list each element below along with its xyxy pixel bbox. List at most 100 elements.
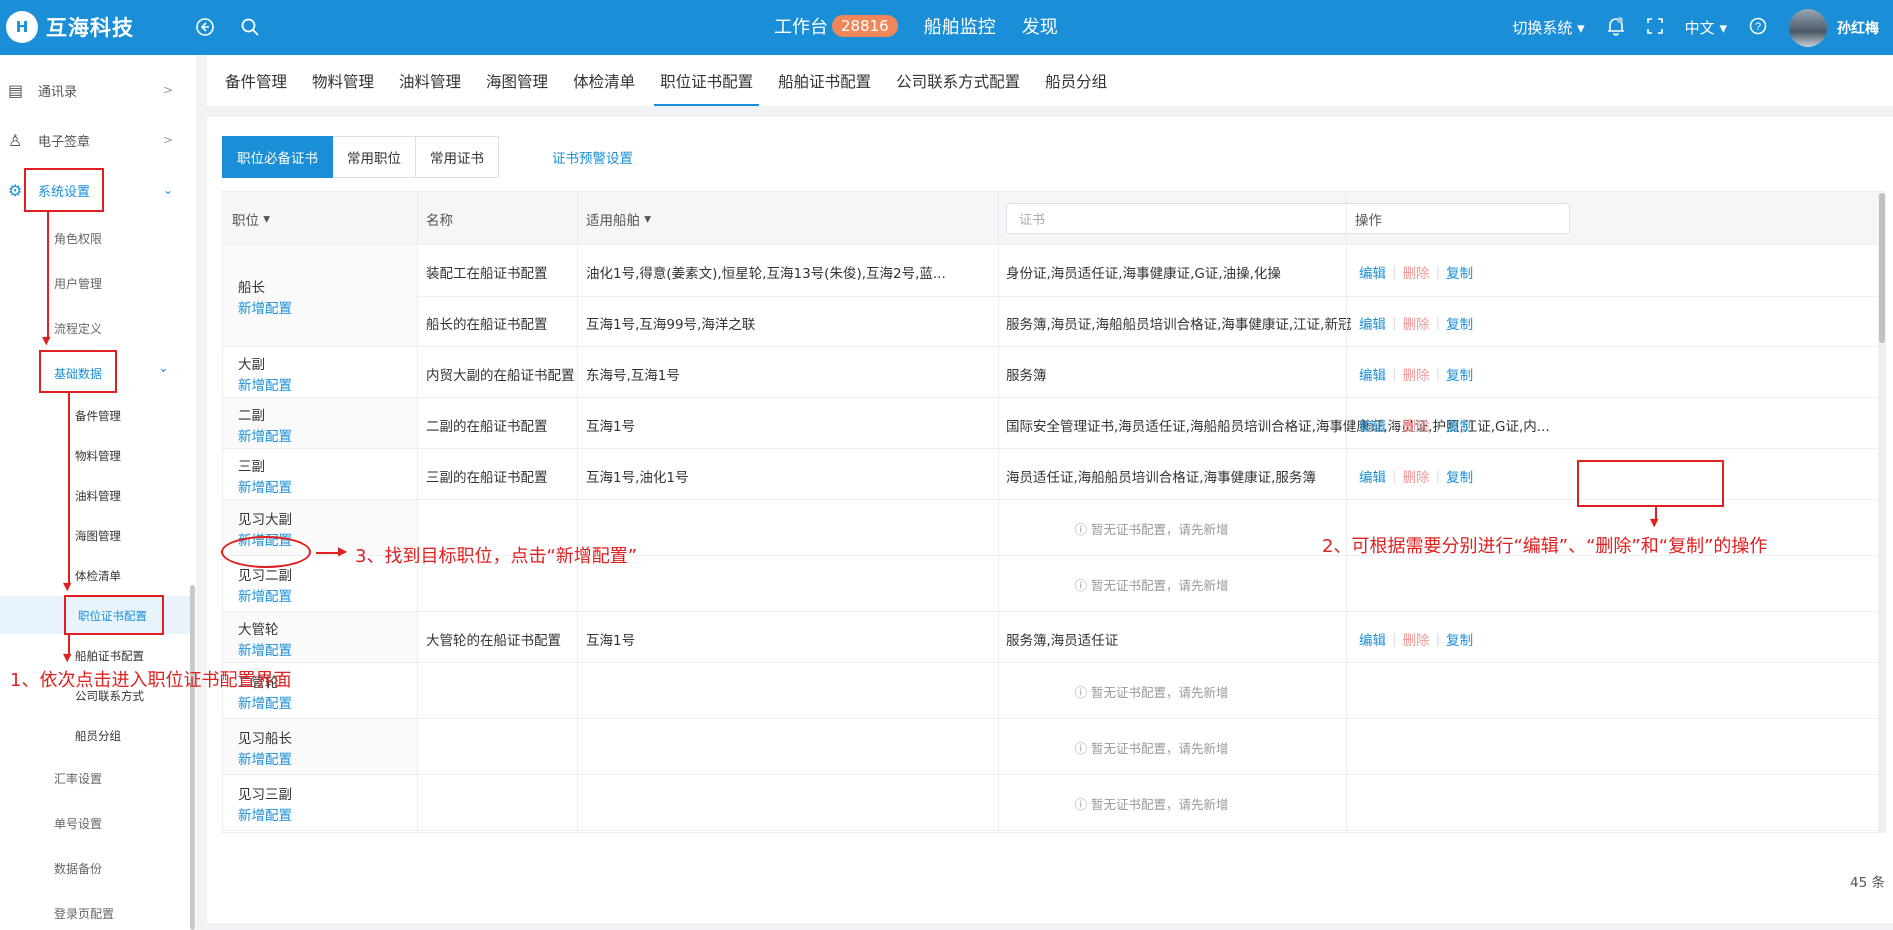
add-config-link[interactable]: 新增配置 xyxy=(238,425,292,445)
edit-button[interactable]: 编辑 xyxy=(1359,415,1386,435)
tab-oil[interactable]: 油料管理 xyxy=(399,55,461,106)
row-actions: 编辑 | 删除 | 复制 xyxy=(1359,262,1473,282)
config-name: 内贸大副的在船证书配置 xyxy=(426,368,575,384)
position-cell: 船长 新增配置 xyxy=(223,245,417,346)
sidebar-item-workflow[interactable]: 流程定义 xyxy=(54,320,102,337)
scrollbar-thumb[interactable] xyxy=(1879,193,1885,343)
copy-button[interactable]: 复制 xyxy=(1446,262,1473,282)
sidebar-item-ship-cert[interactable]: 船舶证书配置 xyxy=(75,648,144,664)
position-cell: 见习船长 新增配置 xyxy=(223,719,417,774)
copy-button[interactable]: 复制 xyxy=(1446,364,1473,384)
edit-button[interactable]: 编辑 xyxy=(1359,364,1386,384)
header-position[interactable]: 职位 ▾ xyxy=(223,192,270,245)
sidebar-item-e-signature[interactable]: ♙ 电子签章 > xyxy=(0,122,196,158)
add-config-link[interactable]: 新增配置 xyxy=(238,639,292,659)
sidebar-item-number-settings[interactable]: 单号设置 xyxy=(54,815,102,832)
subtab-common-positions[interactable]: 常用职位 xyxy=(333,136,416,178)
search-icon[interactable] xyxy=(237,14,263,40)
cert-warning-link[interactable]: 证书预警设置 xyxy=(552,147,633,167)
row-actions: 编辑 | 删除 | 复制 xyxy=(1359,466,1473,486)
annotation-step1: 1、依次点击进入职位证书配置界面 xyxy=(10,670,292,691)
tab-ship-cert[interactable]: 船舶证书配置 xyxy=(778,55,871,106)
header-name: 名称 xyxy=(426,212,453,229)
tab-company-contact[interactable]: 公司联系方式配置 xyxy=(896,55,1020,106)
tab-charts[interactable]: 海图管理 xyxy=(486,55,548,106)
config-name: 船长的在船证书配置 xyxy=(426,317,548,333)
add-config-link[interactable]: 新增配置 xyxy=(238,804,292,824)
separator: | xyxy=(1392,315,1397,331)
arrow-down-icon: ▼ xyxy=(1650,516,1659,529)
sidebar-item-medical[interactable]: 体检清单 xyxy=(75,568,121,584)
bell-icon[interactable] xyxy=(1607,16,1625,40)
empty-config: ⓘ 暂无证书配置，请先新增 xyxy=(417,738,1884,757)
workbench-badge: 28816 xyxy=(832,15,898,37)
sidebar-item-spare-parts[interactable]: 备件管理 xyxy=(75,408,121,424)
tab-spare-parts[interactable]: 备件管理 xyxy=(225,55,287,106)
subtab-common-certs[interactable]: 常用证书 xyxy=(416,136,499,178)
sidebar-item-crew-group[interactable]: 船员分组 xyxy=(75,728,121,744)
back-icon[interactable] xyxy=(192,14,218,40)
language-dropdown[interactable]: 中文 ▾ xyxy=(1685,17,1727,38)
tab-medical[interactable]: 体检清单 xyxy=(573,55,635,106)
tab-crew-group[interactable]: 船员分组 xyxy=(1045,55,1107,106)
tab-materials[interactable]: 物料管理 xyxy=(312,55,374,106)
separator: | xyxy=(1435,417,1441,433)
copy-button[interactable]: 复制 xyxy=(1446,313,1473,333)
sidebar-scrollbar[interactable] xyxy=(190,585,195,930)
help-icon[interactable]: ? xyxy=(1749,17,1767,39)
nav-workbench[interactable]: 工作台 28816 xyxy=(774,13,898,39)
total-count: 45 条 xyxy=(1850,875,1885,891)
info-icon: ⓘ xyxy=(1074,522,1091,537)
nav-discover[interactable]: 发现 xyxy=(1022,13,1058,39)
sidebar-item-roles[interactable]: 角色权限 xyxy=(54,230,102,247)
tab-position-cert[interactable]: 职位证书配置 xyxy=(654,55,760,106)
delete-button[interactable]: 删除 xyxy=(1403,313,1430,333)
logo[interactable]: H 互海科技 xyxy=(6,11,134,43)
subtab-required-certs[interactable]: 职位必备证书 xyxy=(222,136,333,178)
edit-button[interactable]: 编辑 xyxy=(1359,466,1386,486)
table-scrollbar[interactable] xyxy=(1878,193,1886,833)
edit-button[interactable]: 编辑 xyxy=(1359,262,1386,282)
cert-filter-input[interactable]: 证书 xyxy=(1006,203,1570,234)
copy-button[interactable]: 复制 xyxy=(1446,415,1473,435)
separator: | xyxy=(1435,468,1441,484)
copy-button[interactable]: 复制 xyxy=(1446,629,1473,649)
sidebar-item-exchange-rate[interactable]: 汇率设置 xyxy=(54,770,102,787)
caret-down-icon: ▾ xyxy=(1577,19,1585,37)
user-menu[interactable]: 孙红梅 xyxy=(1789,8,1879,47)
delete-button[interactable]: 删除 xyxy=(1403,629,1430,649)
table-row: 二副 新增配置 二副的在船证书配置 互海1号 国际安全管理证书,海员适任证,海船船员培训… xyxy=(223,398,1884,449)
header-ships[interactable]: 适用船舶 ▾ xyxy=(577,192,651,245)
position-name: 见习三副 xyxy=(238,787,292,803)
edit-button[interactable]: 编辑 xyxy=(1359,629,1386,649)
config-ships: 互海1号,互海99号,海洋之联 xyxy=(586,317,756,333)
add-config-link[interactable]: 新增配置 xyxy=(238,476,292,496)
separator: | xyxy=(1392,264,1397,280)
edit-button[interactable]: 编辑 xyxy=(1359,313,1386,333)
sidebar-item-materials[interactable]: 物料管理 xyxy=(75,448,121,464)
add-config-link[interactable]: 新增配置 xyxy=(238,297,292,317)
add-config-link[interactable]: 新增配置 xyxy=(238,748,292,768)
sidebar-item-oil[interactable]: 油料管理 xyxy=(75,488,121,504)
row-actions: 编辑 | 删除 | 复制 xyxy=(1359,364,1473,384)
table-row: 二管轮 新增配置 ⓘ 暂无证书配置，请先新增 xyxy=(223,663,1884,719)
add-config-link[interactable]: 新增配置 xyxy=(238,692,292,712)
add-config-link[interactable]: 新增配置 xyxy=(238,374,292,394)
sidebar-item-login-page[interactable]: 登录页配置 xyxy=(54,905,114,922)
add-config-link[interactable]: 新增配置 xyxy=(238,585,292,605)
copy-button[interactable]: 复制 xyxy=(1446,466,1473,486)
delete-button[interactable]: 删除 xyxy=(1403,262,1430,282)
sidebar-item-charts[interactable]: 海图管理 xyxy=(75,528,121,544)
fullscreen-icon[interactable] xyxy=(1646,17,1663,38)
delete-button[interactable]: 删除 xyxy=(1403,415,1430,435)
delete-button[interactable]: 删除 xyxy=(1403,466,1430,486)
chevron-down-icon: ⌄ xyxy=(158,361,169,376)
column-divider xyxy=(577,192,578,832)
sidebar-item-label: 电子签章 xyxy=(38,134,91,150)
sidebar-item-backup[interactable]: 数据备份 xyxy=(54,860,102,877)
delete-button[interactable]: 删除 xyxy=(1403,364,1430,384)
sidebar-item-contacts[interactable]: ▤ 通讯录 > xyxy=(0,72,196,108)
switch-system-dropdown[interactable]: 切换系统 ▾ xyxy=(1512,17,1584,38)
sidebar-item-users[interactable]: 用户管理 xyxy=(54,275,102,292)
nav-ship-monitor[interactable]: 船舶监控 xyxy=(924,13,996,39)
